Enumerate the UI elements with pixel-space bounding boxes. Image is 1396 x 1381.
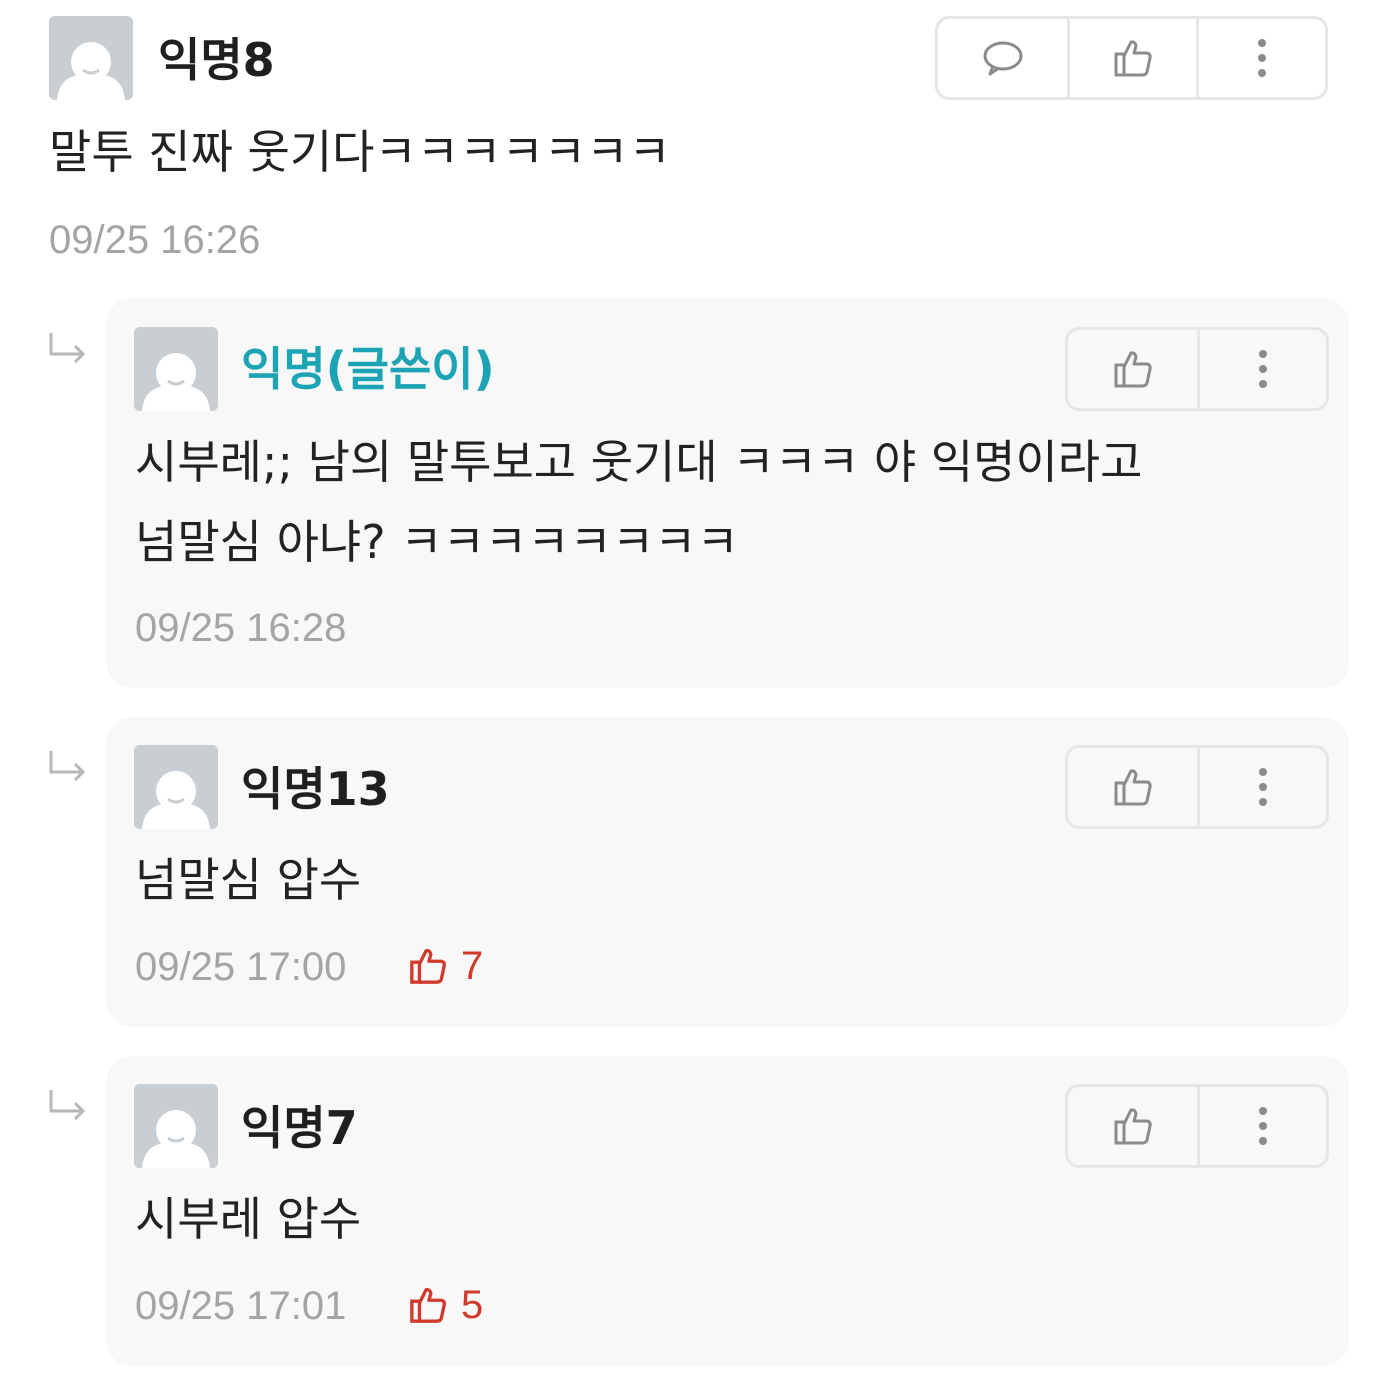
- reply-actions: [1065, 1084, 1329, 1168]
- like-count: 7: [409, 946, 483, 986]
- like-count: 5: [409, 1285, 483, 1325]
- thumbs-up-icon: [1114, 769, 1152, 806]
- comment-text: 말투 진짜 웃기다ㅋㅋㅋㅋㅋㅋㅋ: [49, 125, 671, 179]
- reply-card: 익명7 시부레 압수 09/25 17:01 5: [106, 1056, 1349, 1366]
- reply-actions: [1065, 745, 1329, 829]
- reply-card: 익명13 넘말심 압수 09/25 17:00 7: [106, 717, 1349, 1027]
- reply-timestamp: 09/25 17:00: [135, 945, 347, 989]
- like-button[interactable]: [1068, 748, 1197, 826]
- reply-author: 익명7: [241, 1101, 358, 1155]
- default-avatar-icon: [134, 745, 218, 829]
- thumbs-up-icon: [1114, 351, 1152, 388]
- reply-text-line: 넘말심 압수: [135, 853, 362, 907]
- more-vertical-icon: [1259, 768, 1267, 806]
- reply-text-line: 넘말심 아냐? ㅋㅋㅋㅋㅋㅋㅋㅋ: [135, 515, 739, 569]
- reply-timestamp: 09/25 16:28: [135, 606, 347, 650]
- default-avatar-icon: [49, 16, 133, 100]
- more-button[interactable]: [1196, 19, 1325, 97]
- default-avatar-icon: [134, 327, 218, 411]
- like-button[interactable]: [1067, 19, 1196, 97]
- thumbs-up-icon: [410, 1287, 446, 1323]
- more-button[interactable]: [1197, 330, 1326, 408]
- reply-author: 익명(글쓴이): [241, 342, 495, 396]
- reply-timestamp: 09/25 17:01: [135, 1284, 347, 1328]
- avatar: [134, 1084, 218, 1168]
- like-button[interactable]: [1068, 330, 1197, 408]
- more-vertical-icon: [1258, 39, 1266, 77]
- comment-timestamp: 09/25 16:26: [49, 218, 261, 262]
- more-button[interactable]: [1197, 1087, 1326, 1165]
- avatar: [134, 745, 218, 829]
- more-vertical-icon: [1259, 350, 1267, 388]
- like-count-value: 7: [461, 944, 484, 988]
- thumbs-up-icon: [1114, 1108, 1152, 1145]
- more-button[interactable]: [1197, 748, 1326, 826]
- reply-arrow-icon: [49, 751, 86, 782]
- like-count-value: 5: [461, 1283, 484, 1327]
- reply-text-line: 시부레 압수: [135, 1192, 362, 1246]
- avatar: [134, 327, 218, 411]
- reply-arrow-icon: [49, 1090, 86, 1121]
- reply-arrow-icon: [49, 333, 86, 364]
- thumbs-up-icon: [410, 948, 446, 984]
- reply-button[interactable]: [938, 19, 1067, 97]
- reply-card: 익명(글쓴이) 시부레;; 남의 말투보고 웃기대 ㅋㅋㅋ 야 익명이라고 넘말…: [106, 298, 1349, 688]
- speech-bubble-icon: [983, 41, 1022, 76]
- reply-text-line: 시부레;; 남의 말투보고 웃기대 ㅋㅋㅋ 야 익명이라고: [135, 435, 1143, 489]
- comment-actions: [935, 16, 1328, 100]
- more-vertical-icon: [1259, 1107, 1267, 1145]
- avatar: [49, 16, 133, 100]
- thumbs-up-icon: [1114, 40, 1152, 77]
- like-button[interactable]: [1068, 1087, 1197, 1165]
- reply-author: 익명13: [241, 762, 390, 816]
- default-avatar-icon: [134, 1084, 218, 1168]
- reply-actions: [1065, 327, 1329, 411]
- comment-author: 익명8: [158, 33, 275, 87]
